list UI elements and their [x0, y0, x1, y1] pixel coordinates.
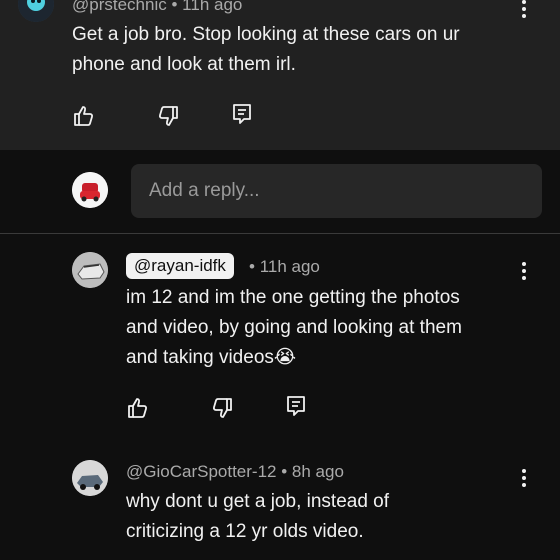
comment-time: 11h ago — [259, 257, 320, 276]
dislike-icon[interactable] — [210, 396, 234, 420]
comment-text: Get a job bro. Stop looking at these car… — [72, 24, 460, 75]
avatar[interactable] — [72, 252, 108, 288]
reply-icon[interactable] — [284, 394, 308, 418]
more-options-icon[interactable] — [521, 0, 527, 20]
divider — [0, 233, 560, 234]
separator-dot: • — [281, 462, 288, 481]
comment-author[interactable]: @GioCarSpotter-12 — [126, 462, 277, 481]
like-icon[interactable] — [126, 396, 150, 420]
dislike-icon[interactable] — [156, 104, 180, 128]
crying-emoji: 😭 — [273, 347, 297, 368]
avatar[interactable] — [18, 0, 54, 22]
comment-time: 11h ago — [182, 0, 243, 14]
highlighted-comment: @prstechnic • 11h ago Get a job bro. Sto… — [0, 0, 560, 150]
reply-input-container[interactable] — [131, 164, 542, 218]
more-options-icon[interactable] — [521, 260, 527, 282]
comment-text: why dont u get a job, instead of critici… — [126, 491, 390, 542]
comment-author[interactable]: @prstechnic — [72, 0, 167, 14]
reply-input[interactable] — [131, 164, 542, 218]
separator-dot: • — [249, 257, 255, 276]
comment-time: 8h ago — [291, 462, 344, 481]
separator-dot: • — [171, 0, 178, 14]
avatar[interactable] — [72, 460, 108, 496]
reply-icon[interactable] — [230, 102, 254, 126]
comment-author[interactable]: @rayan-idfk — [126, 253, 234, 279]
like-icon[interactable] — [72, 104, 96, 128]
comment-text: im 12 and im the one getting the photos … — [126, 287, 462, 368]
more-options-icon[interactable] — [521, 467, 527, 489]
user-avatar[interactable] — [72, 172, 108, 208]
